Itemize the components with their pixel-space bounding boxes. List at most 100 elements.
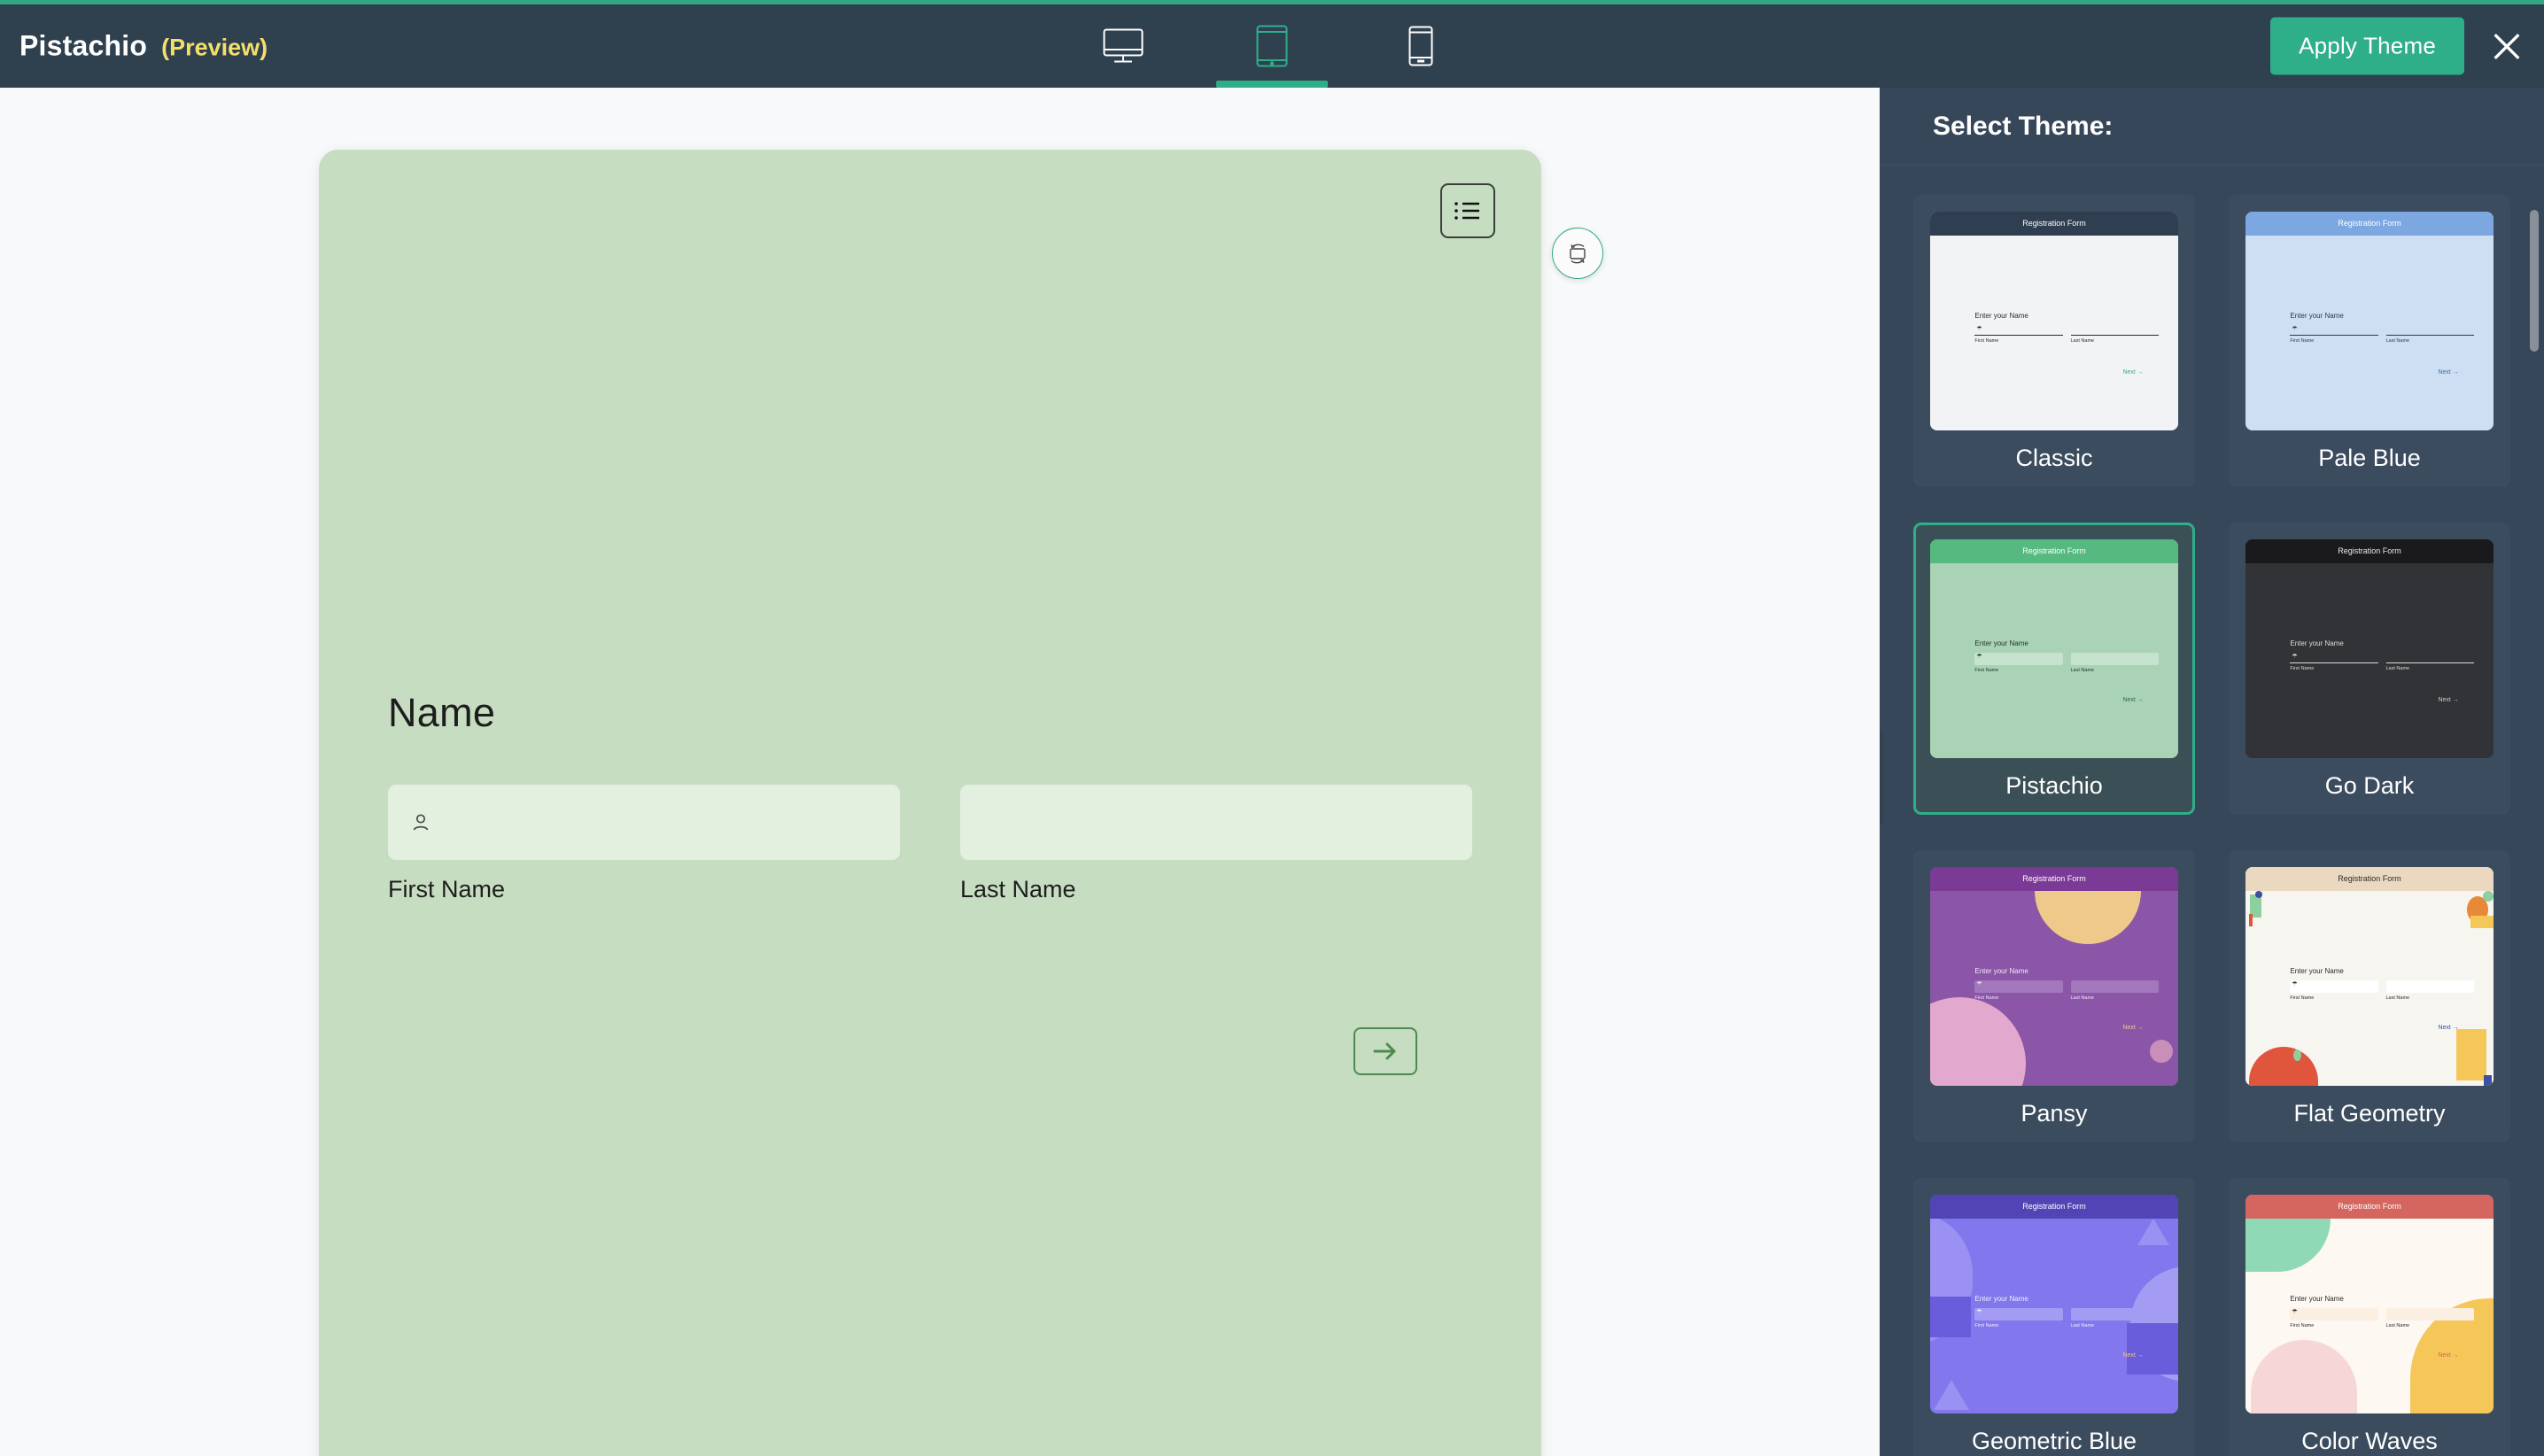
thumbnail-inputs: ☂ (1974, 325, 2158, 336)
sidebar-scrollbar-thumb[interactable] (2530, 210, 2539, 352)
theme-card-geometric-blue[interactable]: Registration FormEnter your Name☂First N… (1913, 1178, 2195, 1456)
thumbnail-form: Enter your Name☂First NameLast Name (2290, 640, 2473, 672)
thumbnail-name-label: Enter your Name (1974, 313, 2158, 320)
thumbnail-form: Enter your Name ☂ First NameLast Name (2290, 1296, 2473, 1329)
user-icon: ☂ (2292, 981, 2297, 987)
thumbnail-sublabels: First NameLast Name (2290, 996, 2473, 1002)
thumbnail-name-label: Enter your Name (1974, 968, 2158, 975)
thumbnail-header-bar: Registration Form (2245, 539, 2494, 563)
theme-thumbnail: Registration FormEnter your Name☂First N… (1930, 1195, 2178, 1413)
thumbnail-first-input: ☂ (2290, 653, 2377, 663)
theme-card-label: Go Dark (2245, 772, 2494, 800)
theme-card-label: Pale Blue (2245, 445, 2494, 472)
user-icon: ☂ (1976, 654, 1982, 660)
user-icon: ☂ (1976, 326, 1982, 332)
name-fields: First Name Last Name (388, 785, 1472, 903)
thumbnail-first-label: First Name (2290, 996, 2377, 1002)
thumbnail-first-input: ☂ (1974, 1308, 2062, 1320)
thumbnail-form: Enter your Name☂First NameLast Name (1974, 968, 2158, 1002)
thumbnail-inputs: ☂ (1974, 1308, 2158, 1320)
thumbnail-first-input: ☂ (2290, 1308, 2377, 1320)
theme-preview-screen: Pistachio (Preview) (0, 0, 2544, 1456)
thumbnail-last-input (2071, 980, 2159, 993)
thumbnail-last-input (2386, 325, 2474, 336)
theme-card-pistachio[interactable]: Registration Form Enter your Name ☂ First N… (1913, 523, 2195, 815)
thumbnail-sublabels: First NameLast Name (1974, 669, 2158, 674)
thumbnail-next-link: Next → (2122, 697, 2143, 703)
thumbnail-header-label: Registration Form (2022, 220, 2086, 228)
thumbnail-name-label: Enter your Name (2290, 640, 2473, 647)
thumbnail-first-label: First Name (1974, 339, 2062, 345)
sidebar-title: Select Theme: (1933, 112, 2113, 142)
thumbnail-first-input: ☂ (1974, 980, 2062, 993)
last-name-label: Last Name (960, 876, 1472, 903)
thumbnail-header-bar: Registration Form (1930, 212, 2178, 236)
theme-grid: Registration Form Enter your Name ☂ First N… (1913, 195, 2510, 1456)
user-icon: ☂ (2292, 1309, 2297, 1315)
thumbnail-first-input: ☂ (2290, 325, 2377, 336)
theme-sidebar: Select Theme: Registration Form Enter you… (1880, 88, 2544, 1456)
form-preview-card: Name First Name Last Name (319, 150, 1541, 1456)
first-name-field: First Name (388, 785, 900, 903)
thumbnail-form: Enter your Name☂First NameLast Name (2290, 968, 2473, 1002)
theme-thumbnail: Registration FormEnter your Name☂First N… (2245, 867, 2494, 1086)
user-icon: ☂ (1976, 981, 1982, 987)
theme-card-go-dark[interactable]: Registration Form Enter your Name ☂ First N… (2229, 523, 2510, 815)
theme-card-flat-geometry[interactable]: Registration FormEnter your Name☂First N… (2229, 850, 2510, 1142)
user-icon: ☂ (2292, 326, 2297, 332)
theme-thumbnail: Registration FormEnter your Name☂First N… (1930, 867, 2178, 1086)
first-name-input[interactable] (388, 785, 900, 860)
form-menu-button[interactable] (1440, 183, 1495, 238)
thumbnail-last-label: Last Name (2386, 1324, 2474, 1329)
next-button[interactable] (1353, 1027, 1417, 1075)
thumbnail-first-input: ☂ (1974, 653, 2062, 665)
thumbnail-name-label: Enter your Name (1974, 640, 2158, 647)
thumbnail-form: Enter your Name☂First NameLast Name (2290, 313, 2473, 345)
thumbnail-sublabels: First NameLast Name (1974, 339, 2158, 345)
thumbnail-header-bar: Registration Form (2245, 867, 2494, 891)
thumbnail-last-label: Last Name (2071, 996, 2159, 1002)
rotate-device-button[interactable] (1552, 228, 1603, 279)
theme-card-classic[interactable]: Registration Form Enter your Name ☂ First N… (1913, 195, 2195, 487)
preview-badge: (Preview) (161, 35, 268, 62)
thumbnail-sublabels: First NameLast Name (2290, 339, 2473, 345)
device-toggle-desktop[interactable] (1085, 4, 1161, 88)
thumbnail-header-bar: Registration Form (2245, 1195, 2494, 1219)
thumbnail-inputs: ☂ (2290, 980, 2473, 993)
arrow-right-icon (1370, 1041, 1400, 1062)
thumbnail-header-label: Registration Form (2022, 1203, 2086, 1211)
thumbnail-sublabels: First NameLast Name (1974, 1324, 2158, 1329)
thumbnail-next-link: Next → (2438, 369, 2458, 376)
thumbnail-next-link: Next → (2438, 1352, 2458, 1359)
device-toggle-mobile[interactable] (1383, 4, 1459, 88)
thumbnail-sublabels: First NameLast Name (2290, 1324, 2473, 1329)
theme-card-label: Classic (1930, 445, 2178, 472)
sidebar-scrollbar-track[interactable] (2530, 194, 2539, 1447)
mobile-icon (1408, 26, 1433, 66)
thumbnail-header-bar: Registration Form (1930, 1195, 2178, 1219)
top-bar: Pistachio (Preview) (0, 0, 2544, 88)
theme-list-scroll[interactable]: Registration Form Enter your Name ☂ First N… (1880, 167, 2544, 1456)
theme-card-pansy[interactable]: Registration FormEnter your Name☂First N… (1913, 850, 2195, 1142)
thumbnail-header-label: Registration Form (2338, 875, 2401, 883)
thumbnail-first-label: First Name (2290, 667, 2377, 672)
theme-thumbnail: Registration Form Enter your Name ☂ First N… (2245, 539, 2494, 758)
apply-theme-button[interactable]: Apply Theme (2270, 18, 2464, 75)
theme-card-pale-blue[interactable]: Registration FormEnter your Name☂First N… (2229, 195, 2510, 487)
theme-thumbnail: Registration FormEnter your Name☂First N… (2245, 212, 2494, 430)
desktop-icon (1103, 28, 1144, 64)
thumbnail-last-input (2071, 325, 2159, 336)
last-name-input[interactable] (960, 785, 1472, 860)
thumbnail-last-input (2071, 653, 2159, 665)
device-toggle-tablet[interactable] (1234, 4, 1310, 88)
close-icon[interactable] (2489, 28, 2525, 64)
thumbnail-header-bar: Registration Form (1930, 539, 2178, 563)
thumbnail-last-label: Last Name (2071, 1324, 2159, 1329)
form-body: Name First Name Last Name (388, 690, 1472, 1075)
thumbnail-inputs: ☂ (2290, 1308, 2473, 1320)
sidebar-collapse-handle[interactable] (1880, 732, 1883, 825)
thumbnail-last-input (2386, 653, 2474, 663)
thumbnail-name-label: Enter your Name (2290, 1296, 2473, 1303)
theme-card-color-waves[interactable]: Registration Form Enter your Name ☂ First N… (2229, 1178, 2510, 1456)
user-icon: ☂ (2292, 654, 2297, 660)
